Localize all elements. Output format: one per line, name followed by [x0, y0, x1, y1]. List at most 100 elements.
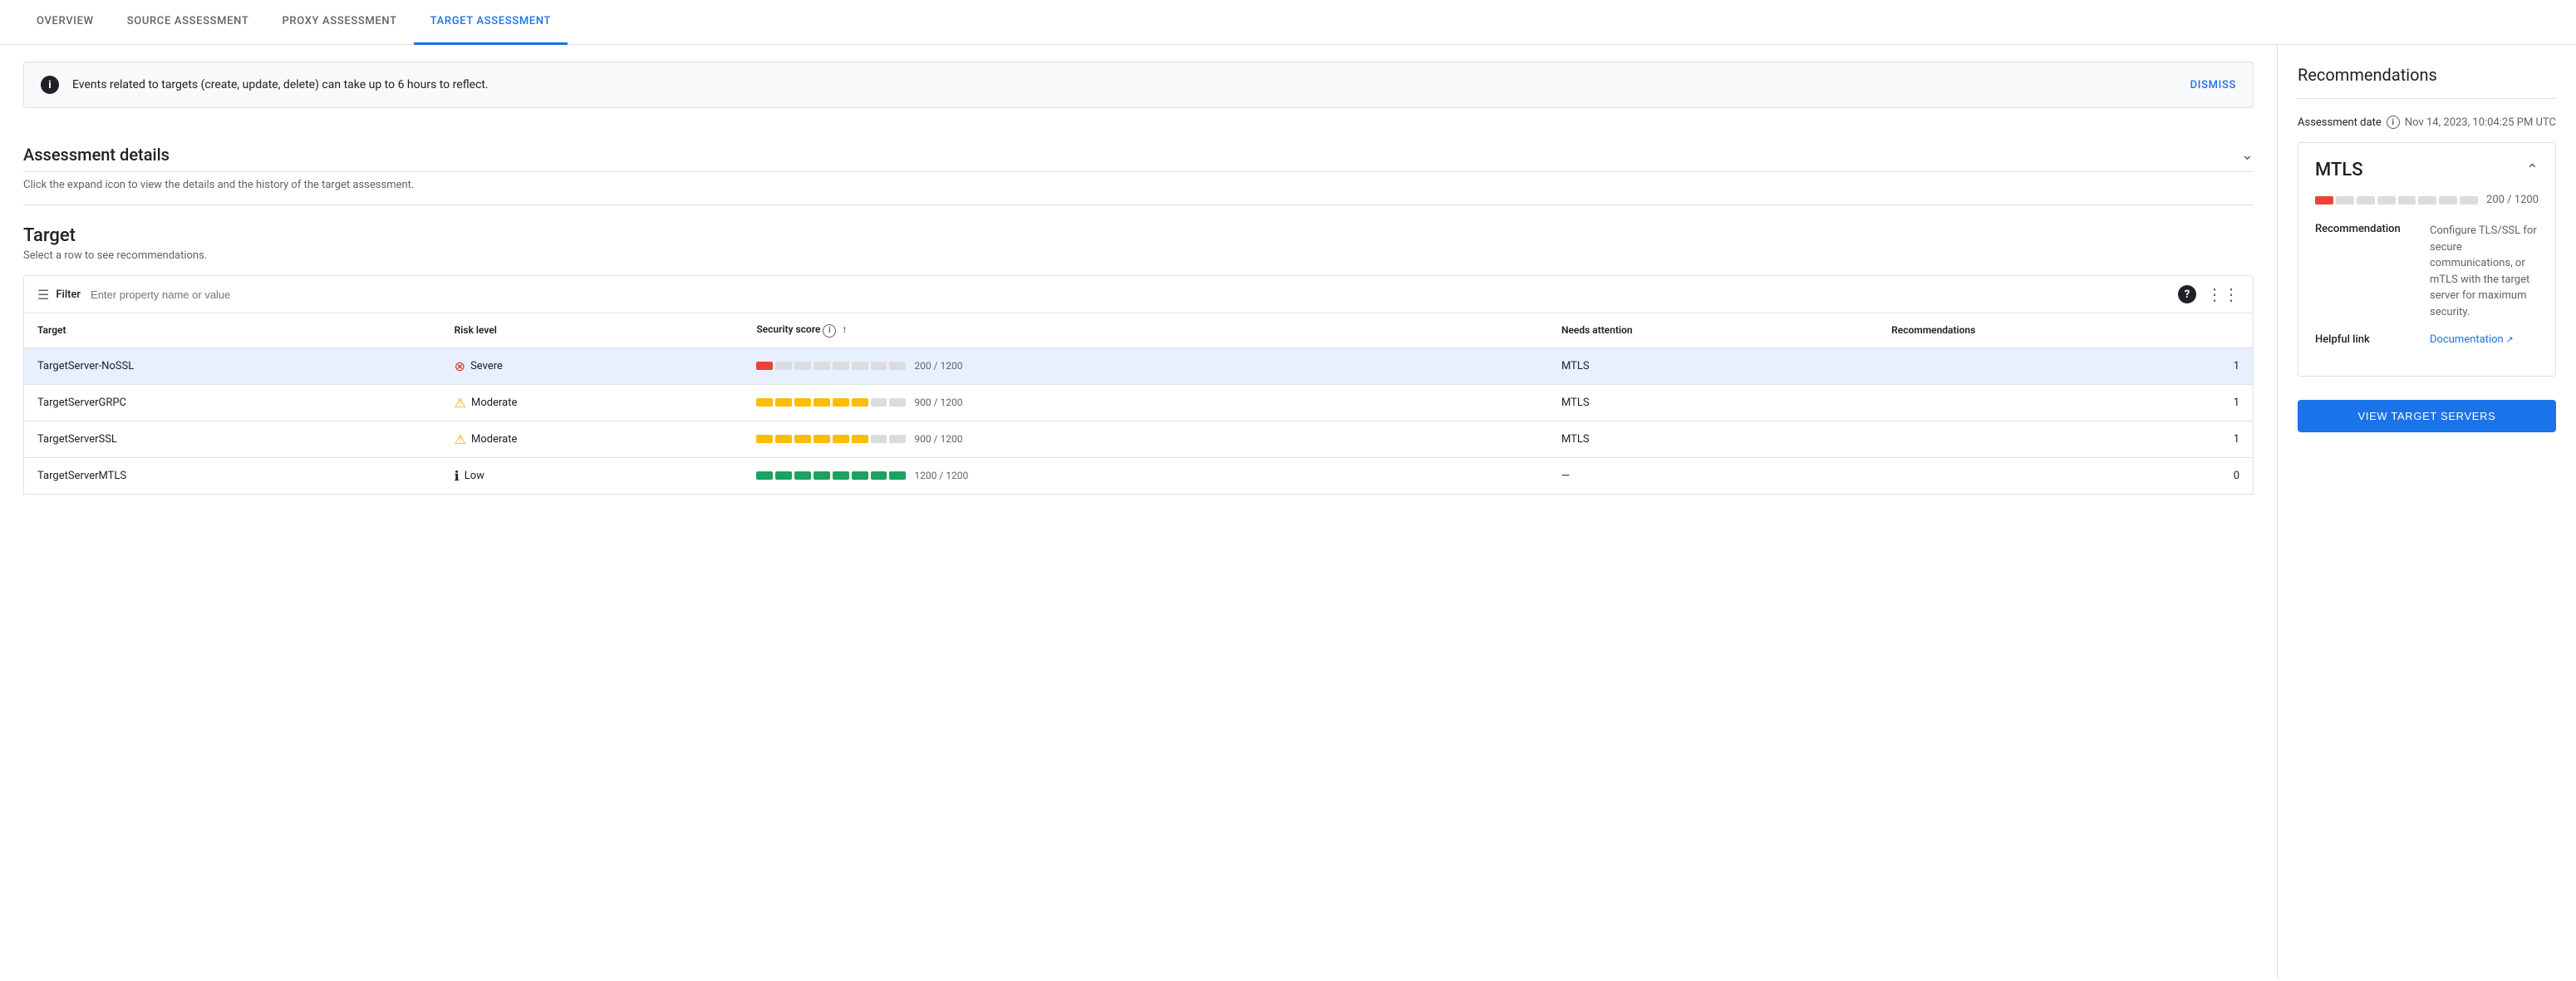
- mtls-documentation-link[interactable]: Documentation: [2430, 333, 2539, 346]
- tab-overview[interactable]: OVERVIEW: [20, 0, 111, 45]
- col-header-risk: Risk level: [441, 313, 744, 348]
- cell-needs-attention: MTLS: [1548, 384, 1878, 421]
- assessment-details-desc: Click the expand icon to view the detail…: [23, 179, 2254, 205]
- table-row[interactable]: TargetServer-NoSSL⊗Severe200 / 1200MTLS1: [24, 348, 2254, 384]
- filter-input[interactable]: [91, 288, 2178, 301]
- mtls-bar-seg-3: [2357, 196, 2375, 205]
- score-info-icon[interactable]: i: [823, 324, 836, 338]
- mtls-bar-seg-4: [2377, 196, 2396, 205]
- mtls-bar-seg-5: [2398, 196, 2416, 205]
- mtls-title: MTLS: [2315, 160, 2363, 180]
- risk-label: Low: [465, 470, 484, 482]
- score-segment: [871, 435, 887, 443]
- risk-icon: ⊗: [455, 358, 465, 374]
- score-segment: [814, 398, 830, 407]
- score-text: 200 / 1200: [914, 360, 962, 372]
- cell-needs-attention: MTLS: [1548, 348, 1878, 384]
- risk-icon: ⚠: [455, 395, 466, 411]
- help-icon[interactable]: ?: [2178, 285, 2196, 303]
- score-segment: [814, 362, 830, 370]
- score-segment: [775, 435, 792, 443]
- score-segment: [871, 471, 887, 480]
- risk-label: Moderate: [471, 433, 517, 446]
- target-table: Target Risk level Security score i ↑ Nee…: [23, 313, 2254, 495]
- cell-security-score: 200 / 1200: [743, 348, 1548, 384]
- mtls-score-text: 200 / 1200: [2486, 194, 2539, 206]
- tab-target-assessment[interactable]: TARGET ASSESSMENT: [414, 0, 568, 45]
- tab-proxy-assessment[interactable]: PROXY ASSESSMENT: [265, 0, 413, 45]
- cell-security-score: 1200 / 1200: [743, 457, 1548, 494]
- assessment-date-info-icon[interactable]: i: [2387, 116, 2400, 129]
- mtls-card: MTLS ⌃ 200 / 1200 Recommendation: [2298, 142, 2556, 377]
- chevron-down-icon[interactable]: ⌄: [2241, 146, 2254, 164]
- col-header-recommendations: Recommendations: [1878, 313, 2253, 348]
- table-row[interactable]: TargetServerGRPC ⚠ Moderate 900 / 1200 MTLS1: [24, 384, 2254, 421]
- filter-icon: ☰: [37, 287, 49, 303]
- mtls-collapse-icon[interactable]: ⌃: [2526, 161, 2539, 179]
- cell-recommendations: 0: [1878, 457, 2253, 494]
- sort-arrow-icon[interactable]: ↑: [842, 323, 847, 335]
- score-segment: [871, 398, 887, 407]
- table-row[interactable]: TargetServerMTLSℹLow1200 / 1200—0: [24, 457, 2254, 494]
- score-segment: [756, 435, 773, 443]
- cell-security-score: 900 / 1200: [743, 421, 1548, 457]
- table-row[interactable]: TargetServerSSL⚠Moderate900 / 1200MTLS1: [24, 421, 2254, 457]
- assessment-details-section: Assessment details ⌄ Click the expand ic…: [23, 128, 2254, 205]
- score-segment: [775, 398, 792, 407]
- score-segment: [756, 362, 773, 370]
- score-segment: [814, 471, 830, 480]
- nav-tabs: OVERVIEW SOURCE ASSESSMENT PROXY ASSESSM…: [0, 0, 2576, 45]
- mtls-header: MTLS ⌃: [2315, 160, 2539, 180]
- score-segment: [833, 398, 849, 407]
- score-segment: [889, 471, 906, 480]
- info-icon: i: [41, 76, 59, 94]
- score-segment: [756, 471, 773, 480]
- assessment-date-value: Nov 14, 2023, 10:04:25 PM UTC: [2405, 116, 2556, 129]
- view-target-servers-button[interactable]: VIEW TARGET SERVERS: [2298, 400, 2556, 432]
- score-segment: [871, 362, 887, 370]
- mtls-bar-seg-2: [2336, 196, 2354, 205]
- target-section: Target Select a row to see recommendatio…: [23, 225, 2254, 495]
- score-segment: [775, 362, 792, 370]
- score-bar: [756, 471, 906, 480]
- risk-label: Severe: [470, 360, 503, 372]
- dismiss-button[interactable]: DISMISS: [2190, 79, 2236, 91]
- cell-risk-level: ⚠ Moderate: [441, 384, 744, 421]
- main-layout: i Events related to targets (create, upd…: [0, 45, 2576, 979]
- table-header-row: Target Risk level Security score i ↑ Nee…: [24, 313, 2254, 348]
- score-text: 900 / 1200: [914, 397, 962, 408]
- mtls-recommendation-value: Configure TLS/SSL for secure communicati…: [2430, 223, 2539, 320]
- banner-text: Events related to targets (create, updat…: [72, 78, 2190, 91]
- filter-bar: ☰ Filter ? ⋮⋮: [23, 275, 2254, 313]
- score-bar: [756, 435, 906, 443]
- score-segment: [833, 435, 849, 443]
- score-bar: [756, 398, 906, 407]
- risk-icon: ⚠: [455, 431, 466, 447]
- mtls-score-bar: [2315, 196, 2478, 205]
- cell-target-name: TargetServerSSL: [24, 421, 441, 457]
- mtls-bar-seg-7: [2439, 196, 2457, 205]
- score-segment: [852, 435, 868, 443]
- cell-security-score: 900 / 1200: [743, 384, 1548, 421]
- risk-label: Moderate: [471, 397, 517, 409]
- cell-risk-level: ⚠ Moderate: [441, 421, 744, 457]
- cell-needs-attention: MTLS: [1548, 421, 1878, 457]
- cell-recommendations: 1: [1878, 384, 2253, 421]
- score-text: 900 / 1200: [914, 433, 962, 445]
- mtls-bar-seg-1: [2315, 196, 2333, 205]
- mtls-recommendation-row: Recommendation Configure TLS/SSL for sec…: [2315, 223, 2539, 320]
- score-segment: [889, 435, 906, 443]
- tab-source-assessment[interactable]: SOURCE ASSESSMENT: [111, 0, 266, 45]
- cell-risk-level: ℹLow: [441, 457, 744, 494]
- sidebar-title: Recommendations: [2298, 65, 2556, 99]
- cell-target-name: TargetServerGRPC: [24, 384, 441, 421]
- info-banner: i Events related to targets (create, upd…: [23, 62, 2254, 108]
- filter-label: Filter: [56, 288, 81, 301]
- mtls-bar-seg-6: [2418, 196, 2436, 205]
- mtls-helpful-link-row: Helpful link Documentation: [2315, 333, 2539, 346]
- filter-actions: ? ⋮⋮: [2178, 284, 2239, 304]
- cell-recommendations: 1: [1878, 348, 2253, 384]
- score-text: 1200 / 1200: [914, 470, 968, 481]
- score-segment: [794, 398, 811, 407]
- columns-icon[interactable]: ⋮⋮: [2206, 284, 2239, 304]
